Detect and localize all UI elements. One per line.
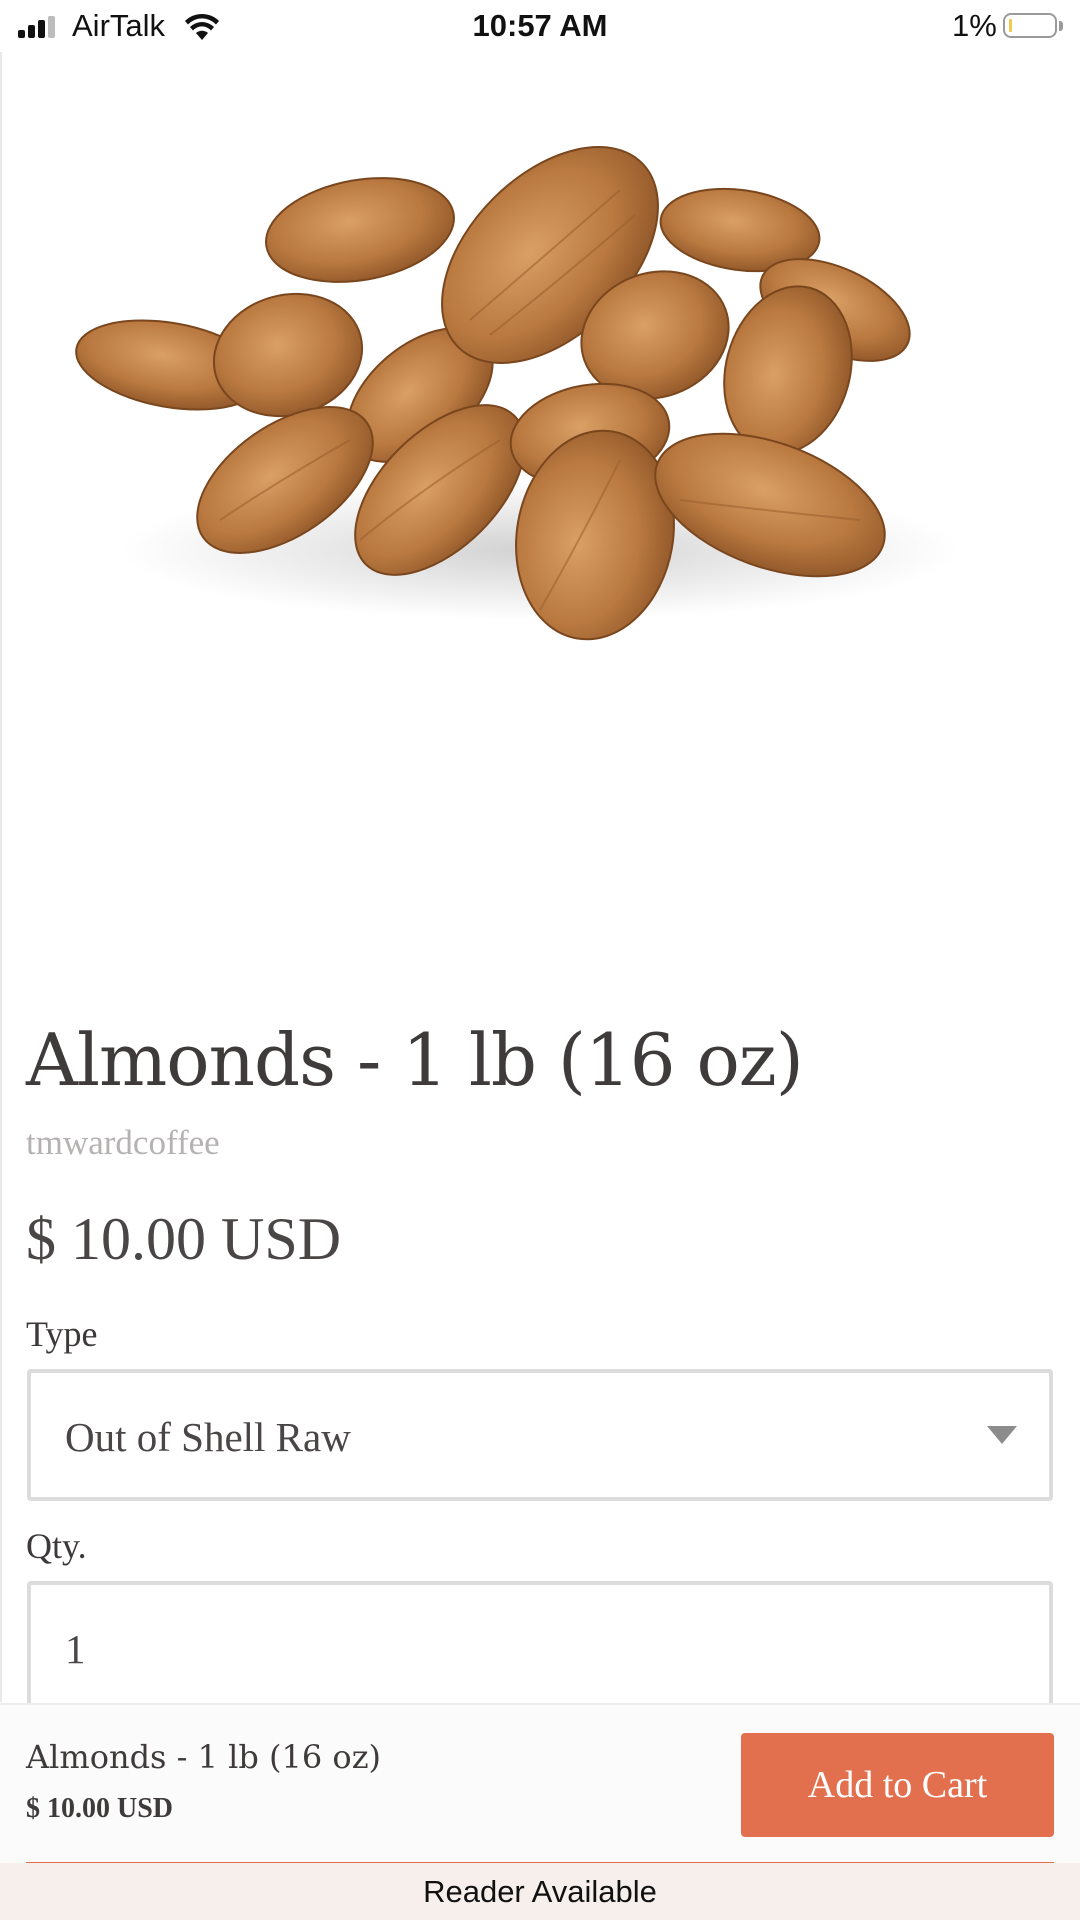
quantity-label: Qty. [26,1526,87,1566]
quantity-input[interactable]: 1 [27,1581,1053,1713]
reader-available-bar[interactable]: Reader Available [0,1863,1080,1920]
cart-bar-price: $ 10.00 USD [26,1793,174,1824]
quantity-value: 1 [65,1626,86,1672]
type-select[interactable]: Out of Shell Raw [27,1369,1053,1501]
product-title: Almonds - 1 lb (16 oz) [26,1018,804,1102]
sticky-cart-bar: Almonds - 1 lb (16 oz) $ 10.00 USD Add t… [0,1703,1080,1865]
vendor-link[interactable]: tmwardcoffee [26,1123,220,1163]
status-bar: AirTalk 10:57 AM 1% [0,0,1080,52]
page-edge-divider [0,52,2,1702]
product-price: $ 10.00 USD [26,1206,342,1272]
battery-percentage: 1% [952,8,997,43]
dropdown-arrow-icon [987,1426,1017,1444]
battery-nub [1059,21,1063,31]
battery-icon [1003,13,1057,38]
type-selected-value: Out of Shell Raw [65,1414,351,1460]
clock: 10:57 AM [472,8,608,43]
battery-level [1009,19,1012,32]
cart-bar-product-title: Almonds - 1 lb (16 oz) [26,1738,382,1776]
product-image[interactable] [60,120,1020,680]
type-label: Type [26,1314,98,1354]
add-to-cart-button[interactable]: Add to Cart [741,1733,1054,1837]
